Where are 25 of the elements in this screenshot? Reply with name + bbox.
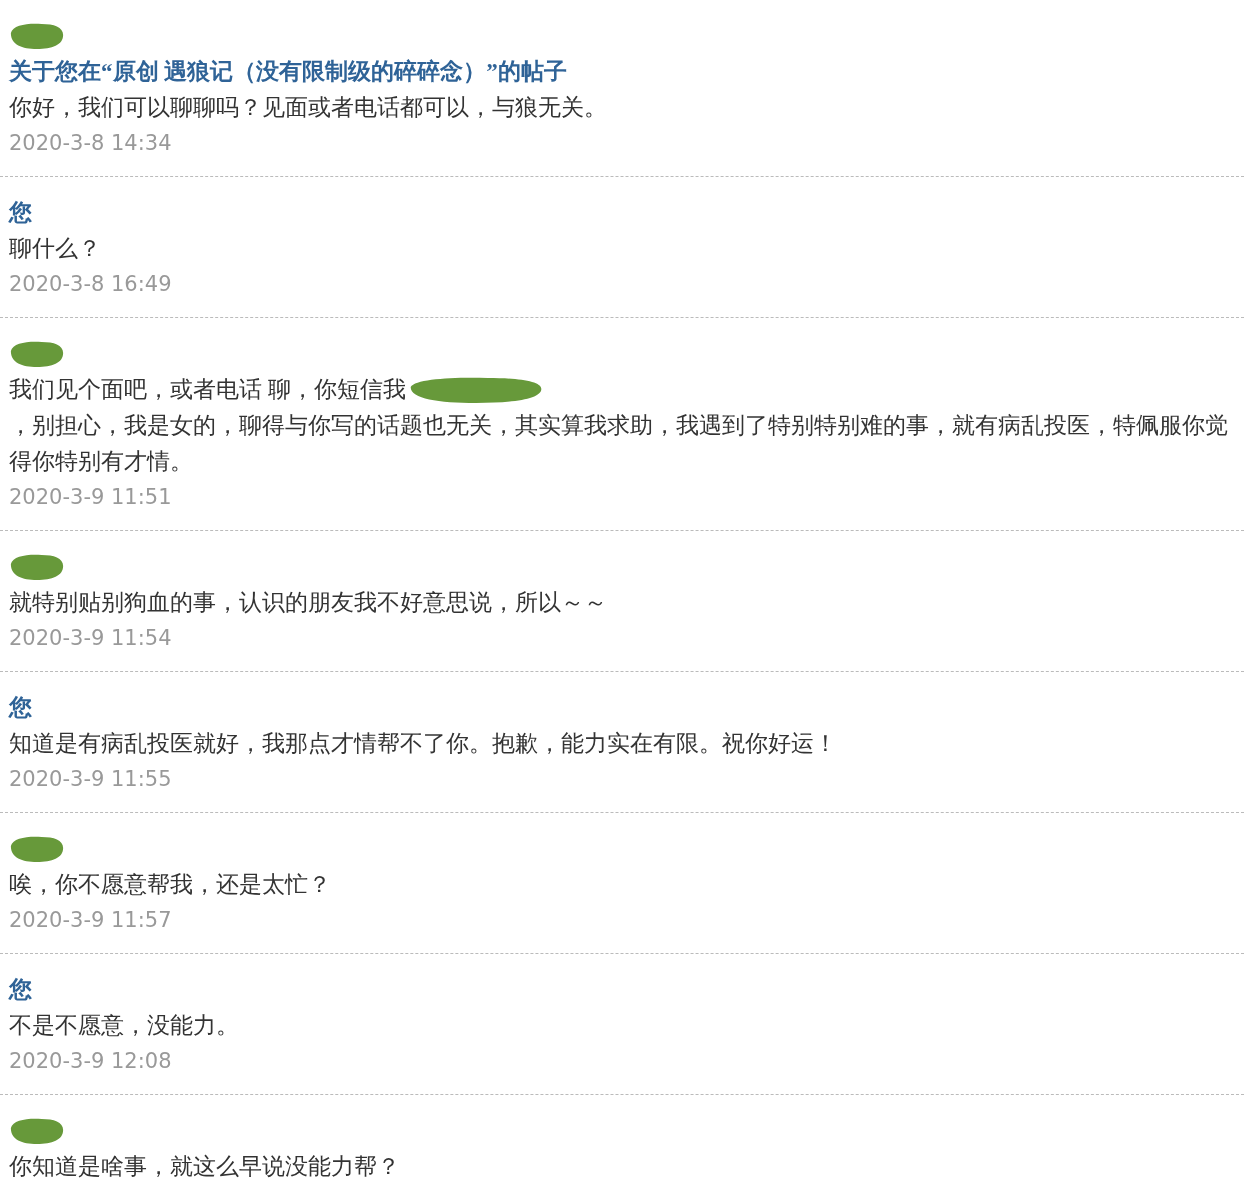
sender-name: 您 xyxy=(9,975,32,1004)
message-text: 聊什么？ xyxy=(9,235,101,263)
redaction-mark xyxy=(9,1116,65,1146)
message-text: 我们见个面吧，或者电话 聊，你短信我 xyxy=(9,376,406,404)
message-time: 2020-3-9 12:08 xyxy=(9,1048,172,1076)
sender-name: 您 xyxy=(9,693,32,722)
message-time: 2020-3-9 11:51 xyxy=(9,484,172,512)
message-subject[interactable]: 关于您在“原创 遇狼记（没有限制级的碎碎念）”的帖子 xyxy=(9,54,567,90)
message-time: 2020-3-8 16:49 xyxy=(9,271,172,299)
message-time: 2020-3-9 11:57 xyxy=(9,907,172,935)
message-text: ，别担心，我是女的，聊得与你写的话题也无关，其实算我求助，我遇到了特别特别难的事，就有病乱投医，特佩服你觉得你特别有才情。 xyxy=(9,412,1229,476)
redaction-mark xyxy=(9,21,65,51)
message-text: 你好，我们可以聊聊吗？见面或者电话都可以，与狼无关。 xyxy=(9,94,607,122)
message-time: 2020-3-8 14:34 xyxy=(9,130,172,158)
message-time: 2020-3-9 11:55 xyxy=(9,766,172,794)
redaction-mark xyxy=(9,552,65,582)
message-text: 你知道是啥事，就这么早说没能力帮？ xyxy=(9,1153,400,1181)
message-time: 2020-3-9 11:54 xyxy=(9,625,172,653)
message-text: 知道是有病乱投医就好，我那点才情帮不了你。抱歉，能力实在有限。祝你好运！ xyxy=(9,730,837,758)
redaction-mark xyxy=(9,834,65,864)
message-text: 不是不愿意，没能力。 xyxy=(9,1012,239,1040)
message-text: 就特别贴别狗血的事，认识的朋友我不好意思说，所以～～ xyxy=(9,589,607,617)
message-text: 唉，你不愿意帮我，还是太忙？ xyxy=(9,871,331,899)
redaction-mark xyxy=(9,339,65,369)
sender-name: 您 xyxy=(9,198,32,227)
